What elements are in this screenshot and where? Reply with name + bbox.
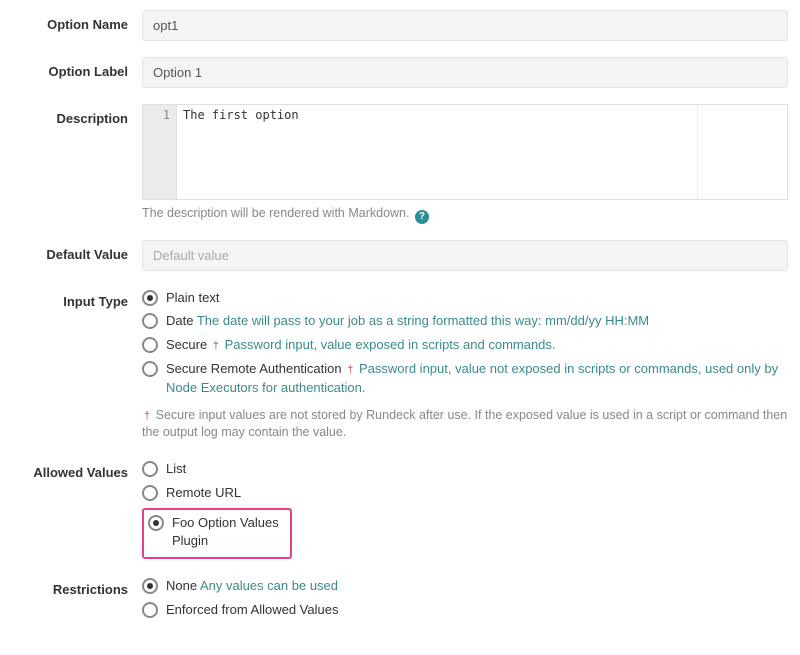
restrictions-enforced[interactable]: Enforced from Allowed Values — [142, 599, 788, 623]
radio-icon[interactable] — [142, 361, 158, 377]
radio-helper: The date will pass to your job as a stri… — [197, 313, 649, 328]
radio-label: None — [166, 578, 197, 593]
radio-icon[interactable] — [148, 515, 164, 531]
radio-helper: Password input, value exposed in scripts… — [225, 337, 556, 352]
radio-label: Secure — [166, 337, 207, 352]
radio-label: Enforced from Allowed Values — [166, 601, 338, 620]
description-editor[interactable]: 1 The first option — [142, 104, 788, 200]
description-hint-text: The description will be rendered with Ma… — [142, 206, 410, 220]
radio-helper: Any values can be used — [200, 578, 338, 593]
dagger-icon: † — [345, 364, 355, 376]
allowed-values-list[interactable]: List — [142, 458, 788, 482]
editor-gutter: 1 — [143, 105, 177, 199]
allowed-values-remote-url[interactable]: Remote URL — [142, 482, 788, 506]
input-type-plain[interactable]: Plain text — [142, 287, 788, 311]
row-description: Description 1 The first option The descr… — [12, 104, 788, 224]
label-option-label: Option Label — [12, 57, 142, 79]
label-input-type: Input Type — [12, 287, 142, 309]
input-type-date[interactable]: Date The date will pass to your job as a… — [142, 310, 788, 334]
radio-icon[interactable] — [142, 337, 158, 353]
row-input-type: Input Type Plain text Date The date will… — [12, 287, 788, 442]
radio-icon[interactable] — [142, 313, 158, 329]
allowed-values-plugin-highlight: Foo Option Values Plugin — [142, 508, 292, 560]
label-restrictions: Restrictions — [12, 575, 142, 597]
radio-icon[interactable] — [142, 461, 158, 477]
row-restrictions: Restrictions None Any values can be used… — [12, 575, 788, 623]
radio-label: Secure Remote Authentication — [166, 361, 342, 376]
editor-right-margin — [697, 105, 787, 199]
editor-text: The first option — [183, 108, 299, 122]
row-default-value: Default Value — [12, 240, 788, 271]
default-value-input[interactable] — [142, 240, 788, 271]
radio-icon[interactable] — [142, 578, 158, 594]
input-type-footnote: † Secure input values are not stored by … — [142, 407, 788, 442]
label-default-value: Default Value — [12, 240, 142, 262]
help-icon[interactable]: ? — [415, 210, 429, 224]
allowed-values-plugin[interactable]: Foo Option Values Plugin — [148, 514, 282, 552]
dagger-icon: † — [211, 340, 221, 352]
input-type-secure-remote[interactable]: Secure Remote Authentication † Password … — [142, 358, 788, 401]
radio-label: Remote URL — [166, 484, 241, 503]
radio-icon[interactable] — [142, 290, 158, 306]
radio-label: Foo Option Values Plugin — [172, 514, 282, 552]
option-label-input[interactable] — [142, 57, 788, 88]
input-type-secure[interactable]: Secure † Password input, value exposed i… — [142, 334, 788, 358]
option-name-input[interactable] — [142, 10, 788, 41]
radio-icon[interactable] — [142, 485, 158, 501]
radio-label: Date — [166, 313, 193, 328]
radio-label: Plain text — [166, 289, 219, 308]
radio-icon[interactable] — [142, 602, 158, 618]
label-allowed-values: Allowed Values — [12, 458, 142, 480]
editor-content[interactable]: The first option — [177, 105, 697, 199]
label-option-name: Option Name — [12, 10, 142, 32]
footnote-text: Secure input values are not stored by Ru… — [142, 408, 787, 440]
editor-line-number: 1 — [163, 108, 170, 122]
description-hint: The description will be rendered with Ma… — [142, 206, 788, 224]
row-option-label: Option Label — [12, 57, 788, 88]
row-allowed-values: Allowed Values List Remote URL Foo Optio… — [12, 458, 788, 559]
restrictions-none[interactable]: None Any values can be used — [142, 575, 788, 599]
label-description: Description — [12, 104, 142, 126]
row-option-name: Option Name — [12, 10, 788, 41]
radio-label: List — [166, 460, 186, 479]
dagger-icon: † — [142, 410, 152, 422]
